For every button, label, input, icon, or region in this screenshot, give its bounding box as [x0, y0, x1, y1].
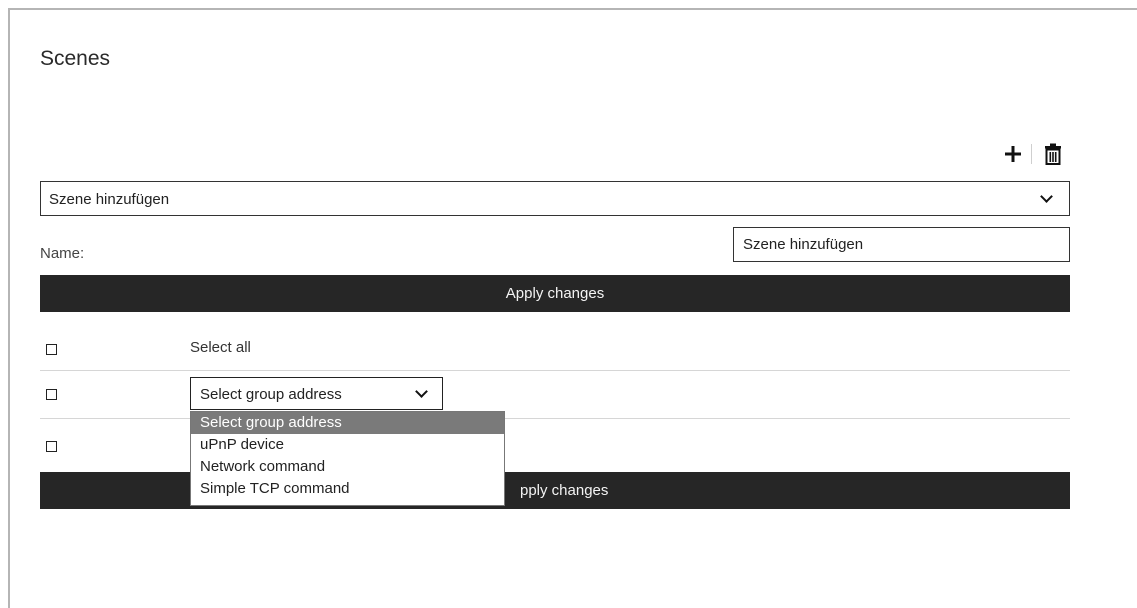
scene-toolbar: [1000, 141, 1070, 169]
group-address-dropdown-list: Select group address uPnP device Network…: [190, 411, 505, 506]
toolbar-divider: [1031, 144, 1032, 164]
group-address-select[interactable]: Select group address: [190, 377, 443, 410]
row-checkbox[interactable]: [46, 389, 57, 400]
dropdown-option[interactable]: Network command: [191, 456, 504, 478]
dropdown-option[interactable]: Simple TCP command: [191, 478, 504, 500]
dropdown-option[interactable]: uPnP device: [191, 434, 504, 456]
name-label: Name:: [40, 245, 85, 262]
trash-icon[interactable]: [1044, 143, 1062, 165]
row-checkbox[interactable]: [46, 441, 57, 452]
apply-changes-label: pply changes: [520, 482, 609, 499]
scene-name-input[interactable]: [733, 227, 1070, 262]
scene-select[interactable]: Szene hinzufügen: [40, 181, 1070, 216]
dropdown-option[interactable]: Select group address: [191, 412, 504, 434]
select-all-label: Select all: [190, 339, 251, 356]
group-select-value: Select group address: [200, 386, 342, 403]
scene-select-value: Szene hinzufügen: [49, 191, 170, 208]
chevron-down-icon: [415, 385, 428, 398]
select-all-checkbox[interactable]: [46, 344, 57, 355]
apply-changes-button[interactable]: Apply changes: [40, 275, 1070, 312]
plus-icon[interactable]: [1004, 145, 1022, 163]
chevron-down-icon: [1040, 190, 1053, 203]
row-divider: [40, 370, 1070, 371]
page-title: Scenes: [40, 47, 111, 70]
